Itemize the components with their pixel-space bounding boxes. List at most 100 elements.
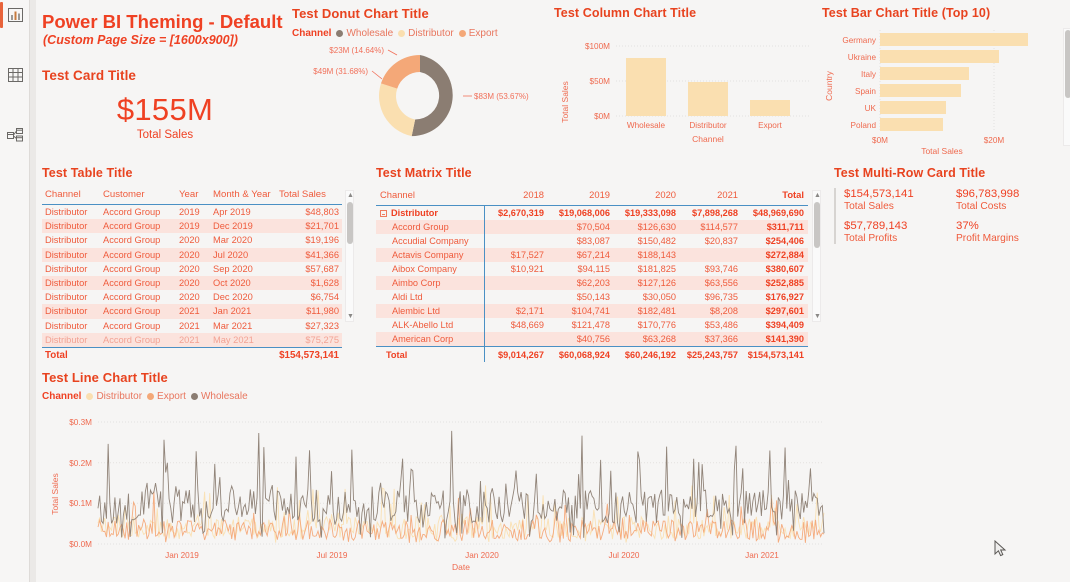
sidebar-item-report-view[interactable]	[0, 0, 30, 30]
matrix-cell-2021: $37,366	[680, 332, 742, 347]
cell-channel: Distributor	[45, 207, 88, 218]
matrix-cell-2021: $63,556	[680, 276, 742, 290]
multi-row-cell-total-profits[interactable]: $57,789,143 Total Profits	[844, 220, 956, 244]
matrix-cell-2018	[483, 234, 548, 248]
scroll-down-arrow[interactable]: ▼	[346, 312, 355, 321]
card-visual[interactable]: Test Card Title $155M Total Sales	[42, 68, 288, 154]
legend-item-export[interactable]: Export	[458, 28, 498, 39]
scroll-up-arrow[interactable]: ▲	[346, 191, 355, 200]
column-x-axis-title: Channel	[692, 134, 724, 144]
matrix-group-label[interactable]: Distributor	[376, 205, 484, 220]
page-title: Power BI Theming - Default	[42, 11, 283, 32]
table-visual[interactable]: Test Table Title Channel Customer Year M…	[42, 166, 362, 364]
bar-poland[interactable]	[880, 118, 943, 131]
cell-monthyear: Mar 2021	[213, 320, 253, 331]
table-row[interactable]: Distributor Accord Group 2021 Jan 2021 $11,9…	[42, 304, 342, 319]
cell-customer: Accord Group	[103, 207, 161, 218]
donut-legend[interactable]: Channel Wholesale Distributor Export	[292, 28, 548, 39]
matrix-group-row[interactable]: Distributor $2,670,319 $19,068,006 $19,3…	[376, 205, 808, 220]
bar-y-axis-title: Country	[824, 70, 834, 101]
bar-spain[interactable]	[880, 84, 961, 97]
legend-item-distributor[interactable]: Distributor	[86, 391, 142, 402]
matrix-total-row: Total $9,014,267 $60,068,924 $60,246,192…	[376, 346, 808, 362]
matrix-col-channel[interactable]: Channel	[376, 186, 484, 206]
donut-slice-distributor[interactable]	[379, 83, 416, 137]
matrix-scroll-thumb[interactable]	[814, 202, 820, 248]
scroll-down-arrow[interactable]: ▼	[813, 312, 822, 321]
table-row[interactable]: Distributor Accord Group 2020 Oct 2020 $1,62…	[42, 275, 342, 291]
matrix-grid[interactable]: Channel 2018 2019 2020 2021 Total Distri…	[376, 186, 808, 362]
table-col-monthyear[interactable]: Month & Year	[210, 186, 276, 205]
matrix-row[interactable]: Aldi Ltd $50,143 $30,050 $96,735 $176,927	[376, 290, 808, 304]
column-ytick-100m: $100M	[585, 42, 610, 51]
matrix-cell-2018	[483, 220, 548, 234]
bar-germany[interactable]	[880, 33, 1028, 46]
bar-chart-scrollbar[interactable]	[1063, 28, 1070, 146]
column-chart-visual[interactable]: Test Column Chart Title Total Sales $100…	[554, 6, 816, 158]
table-row[interactable]: Distributor Accord Group 2019 Apr 2019 $48,8…	[42, 205, 342, 220]
cell-year: 2021	[176, 304, 210, 319]
line-chart-visual[interactable]: Test Line Chart Title Channel Distributo…	[42, 370, 1062, 576]
bar-italy[interactable]	[880, 67, 969, 80]
matrix-cell-2018: $2,670,319	[483, 205, 548, 220]
matrix-row[interactable]: Actavis Company $17,527 $67,214 $188,143 $27…	[376, 248, 808, 262]
donut-slice-export[interactable]	[381, 55, 420, 89]
line-chart-plot: Total Sales $0.3M $0.2M $0.1M $0.0M Jan …	[50, 418, 825, 572]
column-bar-export[interactable]	[750, 100, 790, 116]
table-row[interactable]: Distributor Accord Group 2019 Dec 2019 $21,7…	[42, 219, 342, 234]
column-bar-wholesale[interactable]	[626, 58, 666, 116]
bar-chart-scroll-thumb[interactable]	[1065, 30, 1070, 98]
table-row[interactable]: Distributor Accord Group 2020 Mar 2020 $19,1…	[42, 233, 342, 247]
bar-ukraine[interactable]	[880, 50, 999, 63]
line-legend-title: Channel	[42, 391, 82, 402]
bar-uk[interactable]	[880, 101, 946, 114]
line-legend[interactable]: Channel Distributor Export Wholesale	[42, 391, 1062, 402]
table-row[interactable]: Distributor Accord Group 2020 Jul 2020 $41,3…	[42, 247, 342, 262]
multi-row-card-visual[interactable]: Test Multi-Row Card Title $154,573,141 T…	[834, 166, 1070, 276]
table-row[interactable]: Distributor Accord Group 2021 May 2021 $75,2…	[42, 332, 342, 348]
matrix-row[interactable]: Accudial Company $83,087 $150,482 $20,837 $2…	[376, 234, 808, 248]
matrix-cell-total: $48,969,690	[742, 205, 808, 220]
legend-item-wholesale[interactable]: Wholesale	[336, 28, 393, 39]
table-col-customer[interactable]: Customer	[100, 186, 176, 205]
matrix-col-2019[interactable]: 2019	[548, 186, 614, 206]
matrix-col-2021[interactable]: 2021	[680, 186, 742, 206]
legend-item-wholesale[interactable]: Wholesale	[190, 391, 248, 402]
matrix-visual[interactable]: Test Matrix Title Channel 2018 2019 2020…	[376, 166, 831, 362]
table-row[interactable]: Distributor Accord Group 2020 Dec 2020 $6,75…	[42, 290, 342, 304]
multi-row-cell-total-sales[interactable]: $154,573,141 Total Sales	[844, 188, 956, 212]
matrix-row[interactable]: Accord Group $70,504 $126,630 $114,577 $311,…	[376, 220, 808, 234]
multi-row-cell-total-costs[interactable]: $96,783,998 Total Costs	[956, 188, 1070, 212]
table-scroll-thumb[interactable]	[347, 202, 353, 244]
matrix-row[interactable]: ALK-Abello Ltd $48,669 $121,478 $170,776 $53…	[376, 318, 808, 332]
table-col-channel[interactable]: Channel	[42, 186, 100, 205]
legend-item-distributor[interactable]: Distributor	[398, 28, 454, 39]
sidebar-item-data-view[interactable]	[0, 60, 30, 90]
bar-chart-visual[interactable]: Test Bar Chart Title (Top 10) Country Ge…	[822, 6, 1070, 158]
matrix-row[interactable]: Alembic Ltd $2,171 $104,741 $182,481 $8,208 $…	[376, 304, 808, 318]
scroll-up-arrow[interactable]: ▲	[813, 191, 822, 200]
table-row[interactable]: Distributor Accord Group 2020 Sep 2020 $57,6…	[42, 262, 342, 276]
matrix-row[interactable]: American Corp $40,756 $63,268 $37,366 $141,3…	[376, 332, 808, 347]
donut-chart-visual[interactable]: Test Donut Chart Title Channel Wholesale…	[292, 6, 548, 156]
matrix-scrollbar[interactable]: ▲ ▼	[812, 190, 821, 322]
multi-row-cell-profit-margins[interactable]: 37% Profit Margins	[956, 220, 1070, 244]
table-row[interactable]: Distributor Accord Group 2021 Mar 2021 $27,3…	[42, 319, 342, 333]
legend-item-export[interactable]: Export	[147, 391, 186, 402]
table-grid[interactable]: Channel Customer Year Month & Year Total…	[42, 186, 342, 364]
matrix-row[interactable]: Aimbo Corp $62,203 $127,126 $63,556 $252,885	[376, 276, 808, 290]
matrix-cell-total: $141,390	[742, 332, 808, 347]
mr-value-total-sales: $154,573,141	[844, 188, 914, 200]
matrix-col-total[interactable]: Total	[742, 186, 808, 206]
matrix-row[interactable]: Aibox Company $10,921 $94,115 $181,825 $93,7…	[376, 262, 808, 276]
table-scrollbar[interactable]: ▲ ▼	[345, 190, 354, 322]
column-bar-distributor[interactable]	[688, 82, 728, 116]
table-col-year[interactable]: Year	[176, 186, 210, 205]
matrix-cell-2021: $93,746	[704, 264, 738, 274]
cell-channel: Distributor	[42, 219, 100, 234]
matrix-col-2020[interactable]: 2020	[614, 186, 680, 206]
sidebar-item-model-view[interactable]	[0, 120, 30, 150]
matrix-col-2018[interactable]: 2018	[484, 186, 548, 206]
collapse-minus-icon[interactable]	[380, 210, 387, 218]
table-col-totalsales[interactable]: Total Sales	[276, 186, 342, 205]
